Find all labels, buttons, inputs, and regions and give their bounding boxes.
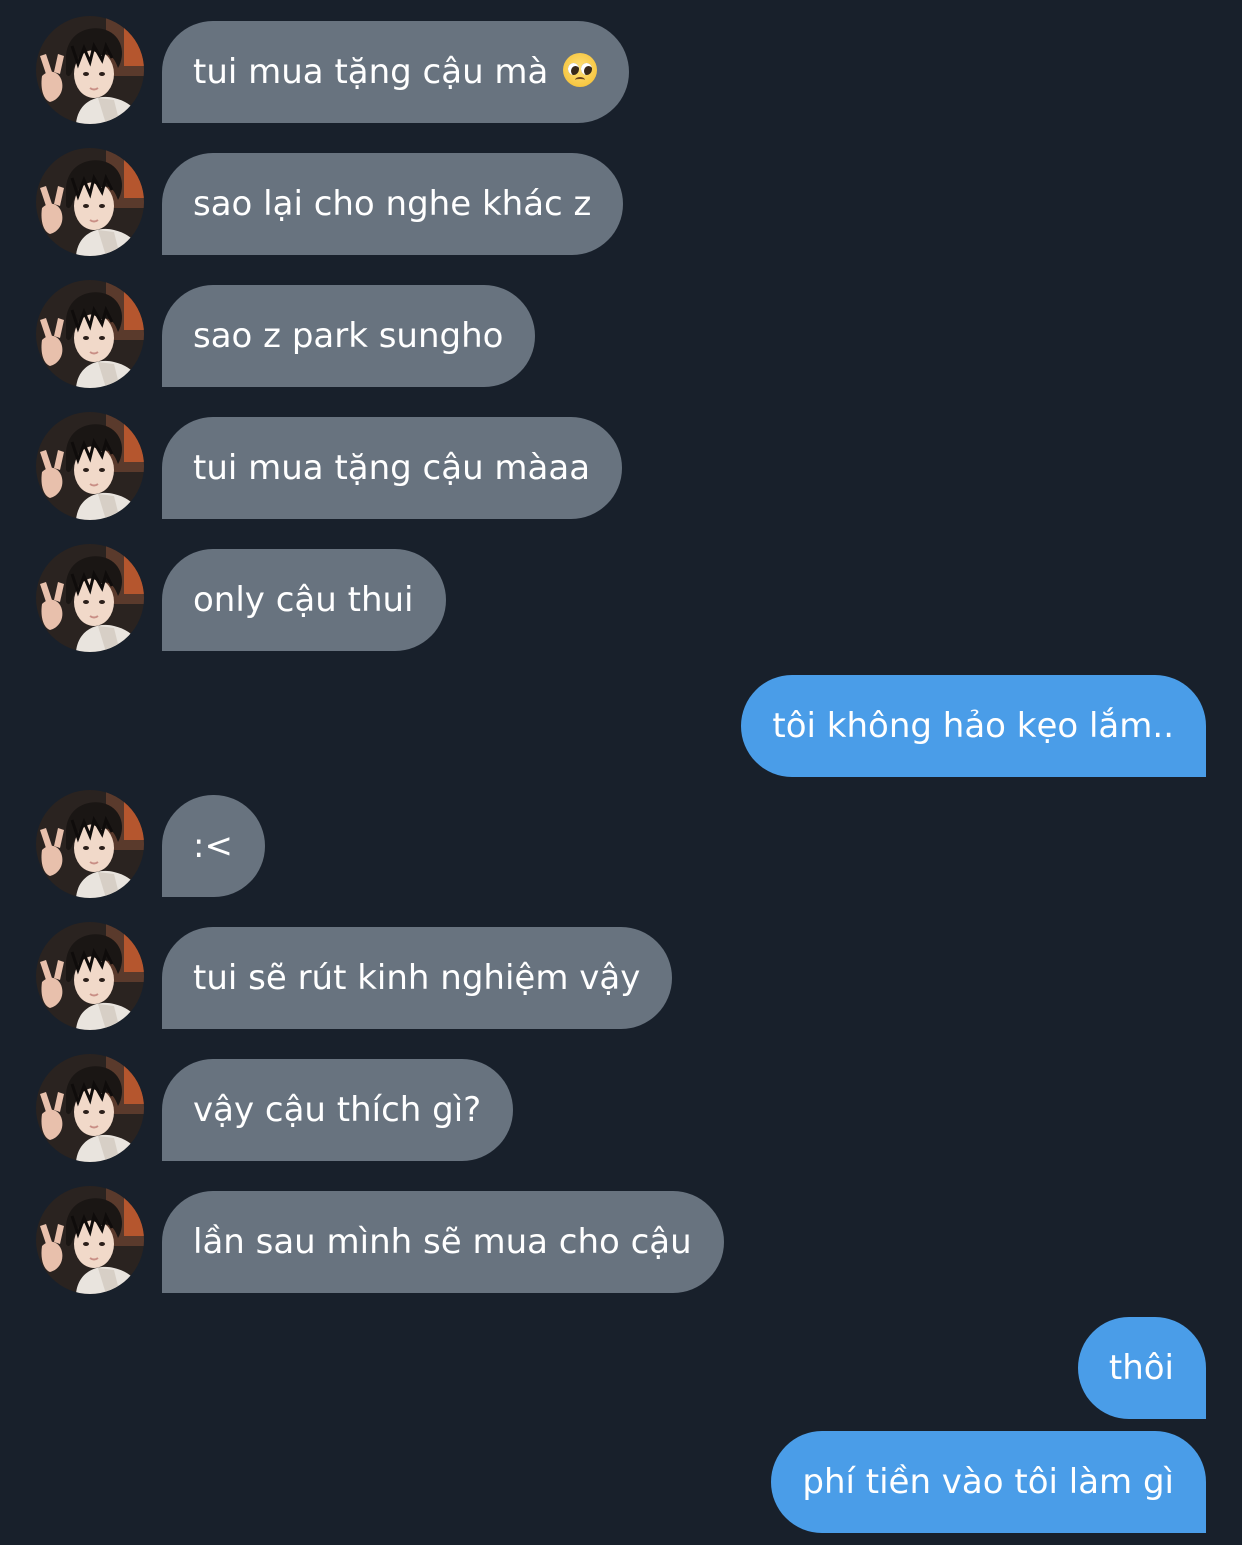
contact-avatar[interactable] [36,280,144,388]
message-text: thôi [1108,1348,1174,1388]
message-text: sao lại cho nghe khác z [193,184,592,224]
avatar-photo [36,790,144,898]
message-text: tui mua tặng cậu màaa [193,448,591,488]
avatar-photo [36,16,144,124]
avatar-photo [36,544,144,652]
message-text: phí tiền vào tôi làm gì [802,1462,1174,1502]
incoming-message[interactable]: :< [162,795,265,897]
incoming-message[interactable]: tui sẽ rút kinh nghiệm vậy [162,927,673,1029]
message-text: lần sau mình sẽ mua cho cậu [193,1222,692,1262]
contact-avatar[interactable] [36,16,144,124]
message-text: :< [193,826,233,866]
message-text: tui sẽ rút kinh nghiệm vậy [193,958,641,998]
outgoing-message[interactable]: thôi [1077,1317,1206,1419]
incoming-message[interactable]: sao z park sungho [162,285,536,387]
incoming-message[interactable]: lần sau mình sẽ mua cho cậu [162,1191,724,1293]
pleading-face-icon [563,53,598,87]
message-text: only cậu thui [193,580,414,620]
avatar-photo [36,280,144,388]
contact-avatar[interactable] [36,544,144,652]
message-text: tui mua tặng cậu mà [193,52,549,92]
message-text: sao z park sungho [193,316,504,356]
avatar-photo [36,148,144,256]
incoming-message[interactable]: tui mua tặng cậu mà [162,21,630,123]
avatar-photo [36,1186,144,1294]
contact-avatar[interactable] [36,1054,144,1162]
avatar-photo [36,922,144,1030]
incoming-message[interactable]: tui mua tặng cậu màaa [162,417,623,519]
incoming-message[interactable]: vậy cậu thích gì? [162,1059,514,1161]
incoming-message[interactable]: only cậu thui [162,549,446,651]
contact-avatar[interactable] [36,412,144,520]
outgoing-message[interactable]: phí tiền vào tôi làm gì [771,1431,1206,1533]
avatar-photo [36,1054,144,1162]
contact-avatar[interactable] [36,922,144,1030]
avatar-photo [36,412,144,520]
contact-avatar[interactable] [36,148,144,256]
incoming-message[interactable]: sao lại cho nghe khác z [162,153,624,255]
contact-avatar[interactable] [36,790,144,898]
message-text: tôi không hảo kẹo lắm.. [772,706,1174,746]
outgoing-message[interactable]: tôi không hảo kẹo lắm.. [741,675,1206,777]
message-text: vậy cậu thích gì? [193,1090,482,1130]
contact-avatar[interactable] [36,1186,144,1294]
